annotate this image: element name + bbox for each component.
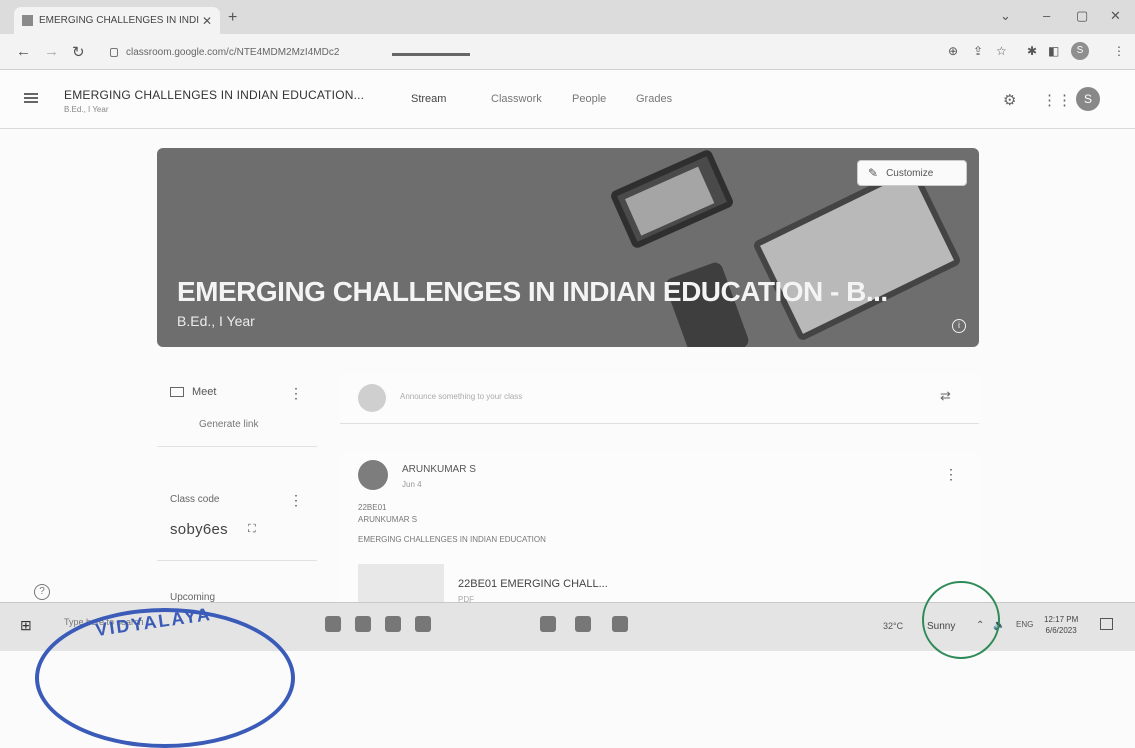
main-menu-icon[interactable] <box>24 93 38 103</box>
tab-people[interactable]: People <box>572 93 606 105</box>
announce-box[interactable]: Announce something to your class ⇄ <box>340 374 979 424</box>
taskbar-clock[interactable]: 12:17 PM 6/6/2023 <box>1044 614 1078 636</box>
post-text-line: EMERGING CHALLENGES IN INDIAN EDUCATION <box>358 535 546 544</box>
active-tab-indicator <box>392 53 470 56</box>
notification-center-icon[interactable] <box>1100 618 1113 630</box>
classroom-favicon-icon <box>22 15 33 26</box>
tab-grades[interactable]: Grades <box>636 93 672 105</box>
apps-grid-icon[interactable]: ⋮⋮ <box>1042 91 1072 109</box>
browser-tab[interactable]: EMERGING CHALLENGES IN INDI ✕ <box>14 7 220 34</box>
google-lens-icon[interactable]: ⊕ <box>948 44 958 58</box>
author-avatar <box>358 460 388 490</box>
meet-more-options-icon[interactable]: ⋮ <box>289 385 303 402</box>
sidebar-divider <box>157 560 317 561</box>
file-explorer-icon[interactable] <box>385 616 401 632</box>
hand-drawn-circle-annotation <box>922 581 1000 659</box>
fullscreen-expand-icon[interactable]: ⛶ <box>248 523 256 536</box>
forward-button[interactable]: → <box>44 43 59 60</box>
class-code-more-options-icon[interactable]: ⋮ <box>289 492 303 509</box>
sidebar-divider <box>157 446 317 447</box>
post-more-options-icon[interactable]: ⋮ <box>944 466 958 483</box>
stream-post: ARUNKUMAR S Jun 4 ⋮ 22BE01 ARUNKUMAR S E… <box>340 452 979 606</box>
banner-subtitle: B.Ed., I Year <box>177 313 255 329</box>
tab-classwork[interactable]: Classwork <box>491 93 542 105</box>
share-icon[interactable]: ⇪ <box>973 44 983 58</box>
banner-laptop-illustration <box>751 164 963 342</box>
clock-date: 6/6/2023 <box>1045 626 1077 635</box>
close-window-button[interactable]: ✕ <box>1110 8 1121 24</box>
video-camera-icon <box>170 387 184 397</box>
close-tab-icon[interactable]: ✕ <box>202 14 212 28</box>
store-icon[interactable] <box>355 616 371 632</box>
attachment-thumbnail[interactable] <box>358 564 444 606</box>
class-banner: ✎ Customize EMERGING CHALLENGES IN INDIA… <box>157 148 979 347</box>
chrome-icon[interactable] <box>415 616 431 632</box>
banner-title: EMERGING CHALLENGES IN INDIAN EDUCATION … <box>177 276 888 307</box>
generate-link-button[interactable]: Generate link <box>199 419 258 430</box>
meet-card: Meet <box>170 386 216 398</box>
class-code-value: soby6es <box>170 521 228 538</box>
windows-start-icon[interactable]: ⊞ <box>20 617 32 634</box>
bookmark-star-icon[interactable]: ☆ <box>996 44 1007 58</box>
browser-tab-title: EMERGING CHALLENGES IN INDI <box>39 15 200 26</box>
browser-menu-icon[interactable]: ⋮ <box>1113 44 1125 58</box>
attachment-title[interactable]: 22BE01 EMERGING CHALL... <box>458 578 608 590</box>
browser-tab-bar: EMERGING CHALLENGES IN INDI ✕ + ⌄ – ▢ ✕ <box>0 0 1135 34</box>
tab-stream[interactable]: Stream <box>411 93 446 105</box>
side-panel-icon[interactable]: ◧ <box>1048 44 1059 58</box>
post-text-line: 22BE01 <box>358 503 387 512</box>
class-subtitle: B.Ed., I Year <box>64 105 109 114</box>
class-info-icon[interactable]: i <box>952 319 966 333</box>
weather-temperature[interactable]: 32°C <box>883 621 903 631</box>
reuse-post-icon[interactable]: ⇄ <box>940 388 951 404</box>
help-icon[interactable]: ? <box>34 584 50 600</box>
chrome-profile-icon[interactable] <box>612 616 628 632</box>
edge-browser-icon[interactable] <box>325 616 341 632</box>
lock-icon <box>110 47 118 57</box>
gallery-icon[interactable] <box>540 616 556 632</box>
language-indicator[interactable]: ENG <box>1016 620 1033 629</box>
browser-toolbar: ← → ↻ classroom.google.com/c/NTE4MDM2MzI… <box>0 34 1135 70</box>
minimize-button[interactable]: – <box>1043 8 1050 23</box>
maximize-button[interactable]: ▢ <box>1076 8 1088 24</box>
back-button[interactable]: ← <box>16 43 31 60</box>
classroom-header: EMERGING CHALLENGES IN INDIAN EDUCATION.… <box>0 71 1135 129</box>
account-avatar[interactable]: S <box>1076 87 1100 111</box>
class-title[interactable]: EMERGING CHALLENGES IN INDIAN EDUCATION.… <box>64 88 364 102</box>
browser-profile-avatar[interactable]: S <box>1071 42 1089 60</box>
extensions-icon[interactable]: ✱ <box>1027 44 1037 58</box>
tab-search-icon[interactable]: ⌄ <box>1000 8 1011 24</box>
meet-label: Meet <box>192 386 217 398</box>
class-code-label: Class code <box>170 494 220 505</box>
new-tab-button[interactable]: + <box>228 9 237 27</box>
clock-time: 12:17 PM <box>1044 615 1079 624</box>
banner-tablet-illustration <box>609 148 735 250</box>
address-url: classroom.google.com/c/NTE4MDM2MzI4MDc2 <box>126 46 340 58</box>
word-icon[interactable] <box>575 616 591 632</box>
address-bar[interactable]: classroom.google.com/c/NTE4MDM2MzI4MDc2 <box>104 40 984 64</box>
announce-placeholder: Announce something to your class <box>400 392 523 401</box>
customize-label: Customize <box>886 167 934 179</box>
post-date: Jun 4 <box>402 480 422 489</box>
post-text-line: ARUNKUMAR S <box>358 515 418 524</box>
pencil-icon: ✎ <box>868 166 879 180</box>
user-avatar <box>358 384 386 412</box>
settings-gear-icon[interactable]: ⚙ <box>1003 91 1016 109</box>
reload-button[interactable]: ↻ <box>72 43 85 61</box>
post-author: ARUNKUMAR S <box>402 464 476 475</box>
customize-button[interactable]: ✎ Customize <box>857 160 967 186</box>
